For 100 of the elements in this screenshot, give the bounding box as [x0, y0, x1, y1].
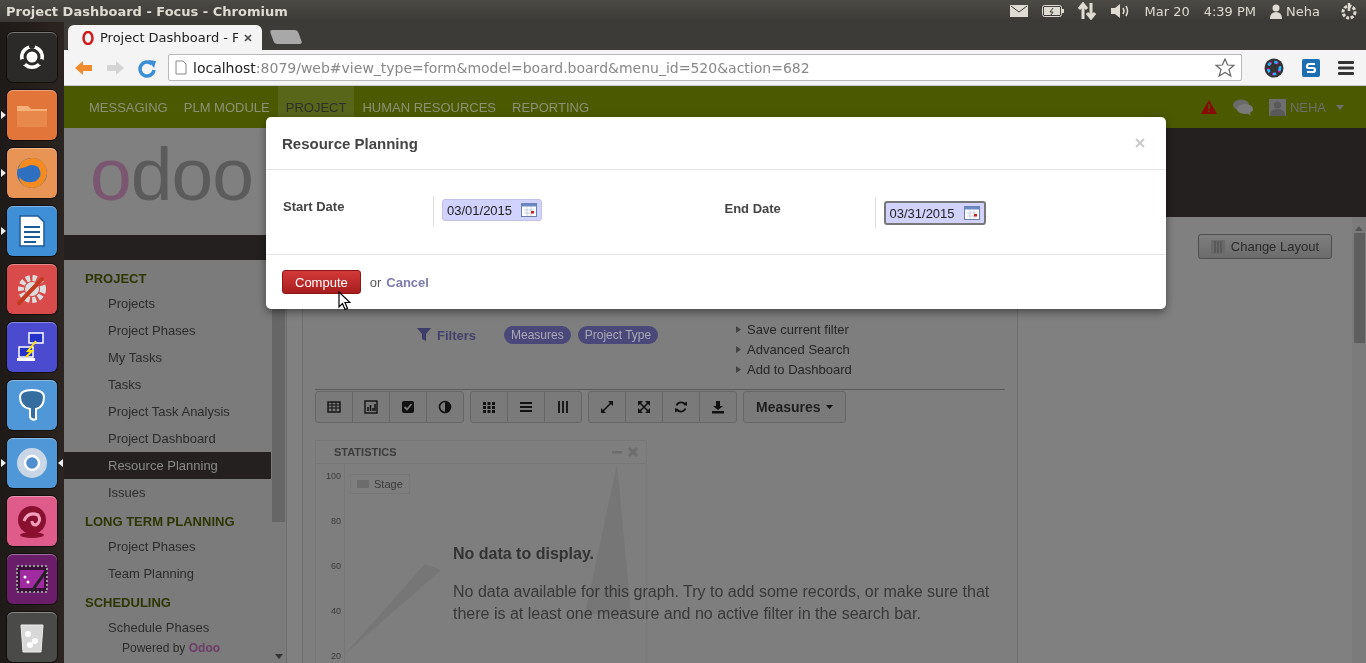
network-arrows-icon	[1078, 2, 1097, 20]
measures-dropdown[interactable]: Measures	[743, 391, 846, 423]
clock-text[interactable]: 4:39 PM	[1203, 3, 1257, 19]
toolbar-button[interactable]	[426, 391, 464, 423]
toolbar-button[interactable]	[625, 391, 663, 423]
search-option-link[interactable]: Add to Dashboard	[747, 361, 852, 377]
menu-item[interactable]: MESSAGING	[81, 86, 176, 128]
menu-icon	[1338, 60, 1354, 75]
power-gear-icon	[1340, 2, 1358, 20]
odoo-link[interactable]: Odoo	[188, 641, 221, 655]
sidebar-item[interactable]: Project Phases	[64, 533, 271, 560]
person-icon	[1270, 3, 1283, 19]
triangle-icon	[736, 365, 741, 373]
toolbar-button[interactable]	[544, 391, 582, 423]
field-label: Start Date	[283, 199, 346, 214]
grid-icon	[482, 400, 496, 414]
search-option-link[interactable]: Save current filter	[747, 321, 849, 337]
opera-o-icon	[82, 30, 94, 45]
diagonal-arrow-icon	[600, 400, 614, 414]
page-icon	[175, 60, 187, 75]
scrollbar-thumb[interactable]	[1353, 233, 1365, 343]
sidebar-item[interactable]: Project Phases	[64, 317, 271, 344]
toolbar-button[interactable]	[699, 391, 737, 423]
section-heading: SCHEDULING	[84, 594, 172, 612]
filter-tag[interactable]: Measures	[504, 326, 571, 344]
legend-label: Stage	[374, 478, 403, 490]
avatar-icon	[1268, 98, 1286, 116]
scroll-up-arrow-icon	[1355, 226, 1363, 231]
s-badge-icon	[1302, 58, 1320, 77]
refresh-icon	[674, 400, 688, 414]
powered-by-text: Powered by	[122, 641, 186, 655]
search-option-link[interactable]: Advanced Search	[747, 341, 850, 357]
launcher-item[interactable]	[7, 612, 57, 662]
table-icon	[327, 400, 341, 414]
reload-icon	[136, 57, 158, 78]
dialog-title: Resource Planning	[282, 134, 418, 152]
toolbar-button[interactable]	[352, 391, 390, 423]
sidebar-item[interactable]: Schedule Phases	[64, 614, 271, 641]
date-text[interactable]: Mar 20	[1144, 3, 1190, 19]
sidebar-item[interactable]: Project Dashboard	[64, 425, 271, 452]
sidebar-item[interactable]: Tasks	[64, 371, 271, 398]
sidebar-item[interactable]: Issues	[64, 479, 271, 506]
or-text: or	[369, 274, 382, 290]
toolbar-button[interactable]	[662, 391, 700, 423]
cancel-link[interactable]: Cancel	[386, 274, 429, 290]
toolbar-button[interactable]	[507, 391, 545, 423]
chat-bubbles-icon	[1232, 98, 1253, 116]
color-lens-icon	[1264, 57, 1284, 78]
close-icon	[244, 33, 252, 42]
new-tab-button[interactable]	[269, 30, 303, 44]
launcher-item[interactable]	[7, 206, 57, 256]
launcher-item[interactable]	[7, 322, 57, 372]
menu-item[interactable]: PLM MODULE	[175, 86, 278, 128]
arrows-icon	[637, 400, 651, 414]
sidebar-item[interactable]: Team Planning	[64, 560, 271, 587]
globe-icon	[14, 155, 50, 191]
filters-toggle[interactable]: Filters	[417, 327, 476, 343]
empty-state-text: No data available for this graph. Try to add some records, or make sure that there is at least one measure and no active filter in the search bar.	[453, 582, 991, 624]
sidebar-item[interactable]: Resource Planning	[64, 452, 271, 479]
user-name[interactable]: Neha	[1286, 3, 1320, 19]
toolbar-button[interactable]	[389, 391, 427, 423]
date-field[interactable]: 03/01/2015	[442, 199, 542, 221]
battery-icon	[1042, 5, 1065, 17]
calendar-icon	[521, 203, 537, 217]
sidebar-item[interactable]: Project Task Analysis	[64, 398, 271, 425]
field-label: End Date	[724, 201, 782, 216]
section-heading: PROJECT	[84, 270, 148, 288]
toolbar-button[interactable]	[470, 391, 508, 423]
triangle-icon	[736, 345, 741, 353]
list-icon	[519, 400, 533, 414]
volume-icon	[1110, 3, 1131, 19]
calendar-icon	[963, 206, 980, 220]
caret-icon	[1336, 104, 1344, 110]
filter-tag[interactable]: Project Type	[577, 326, 659, 344]
window-title: Project Dashboard - Focus - Chromium	[6, 3, 288, 19]
close-icon	[1135, 138, 1145, 148]
section-heading: LONG TERM PLANNING	[84, 513, 236, 531]
bar-chart-icon	[364, 400, 378, 414]
axis-label: 40	[331, 605, 342, 618]
browser-tab[interactable]: Project Dashboard - F	[68, 25, 262, 50]
columns-icon	[1210, 239, 1225, 254]
empty-state-title: No data to display.	[453, 545, 596, 563]
compute-button[interactable]: Compute	[282, 270, 361, 294]
download-icon	[711, 400, 725, 414]
star-icon	[1215, 58, 1235, 77]
address-field[interactable]: localhost:8079/web#view_type=form&model=board.board&menu_id=520&action=682	[168, 54, 1242, 81]
triangle-icon	[736, 325, 741, 333]
toolbar-button[interactable]	[315, 391, 353, 423]
scrollbar[interactable]	[1352, 217, 1366, 663]
toolbar-button[interactable]	[588, 391, 626, 423]
date-field[interactable]: 03/31/2015	[883, 201, 986, 225]
filter-icon	[417, 328, 431, 342]
scroll-down-arrow-icon	[274, 654, 283, 659]
launcher-item[interactable]	[7, 32, 57, 82]
columns-icon	[556, 400, 570, 414]
caret-icon	[825, 405, 833, 409]
change-layout-button[interactable]: Change Layout	[1197, 234, 1332, 259]
axis-label: 20	[331, 650, 342, 663]
sidebar-item[interactable]: My Tasks	[64, 344, 271, 371]
launcher-item[interactable]	[7, 554, 57, 604]
